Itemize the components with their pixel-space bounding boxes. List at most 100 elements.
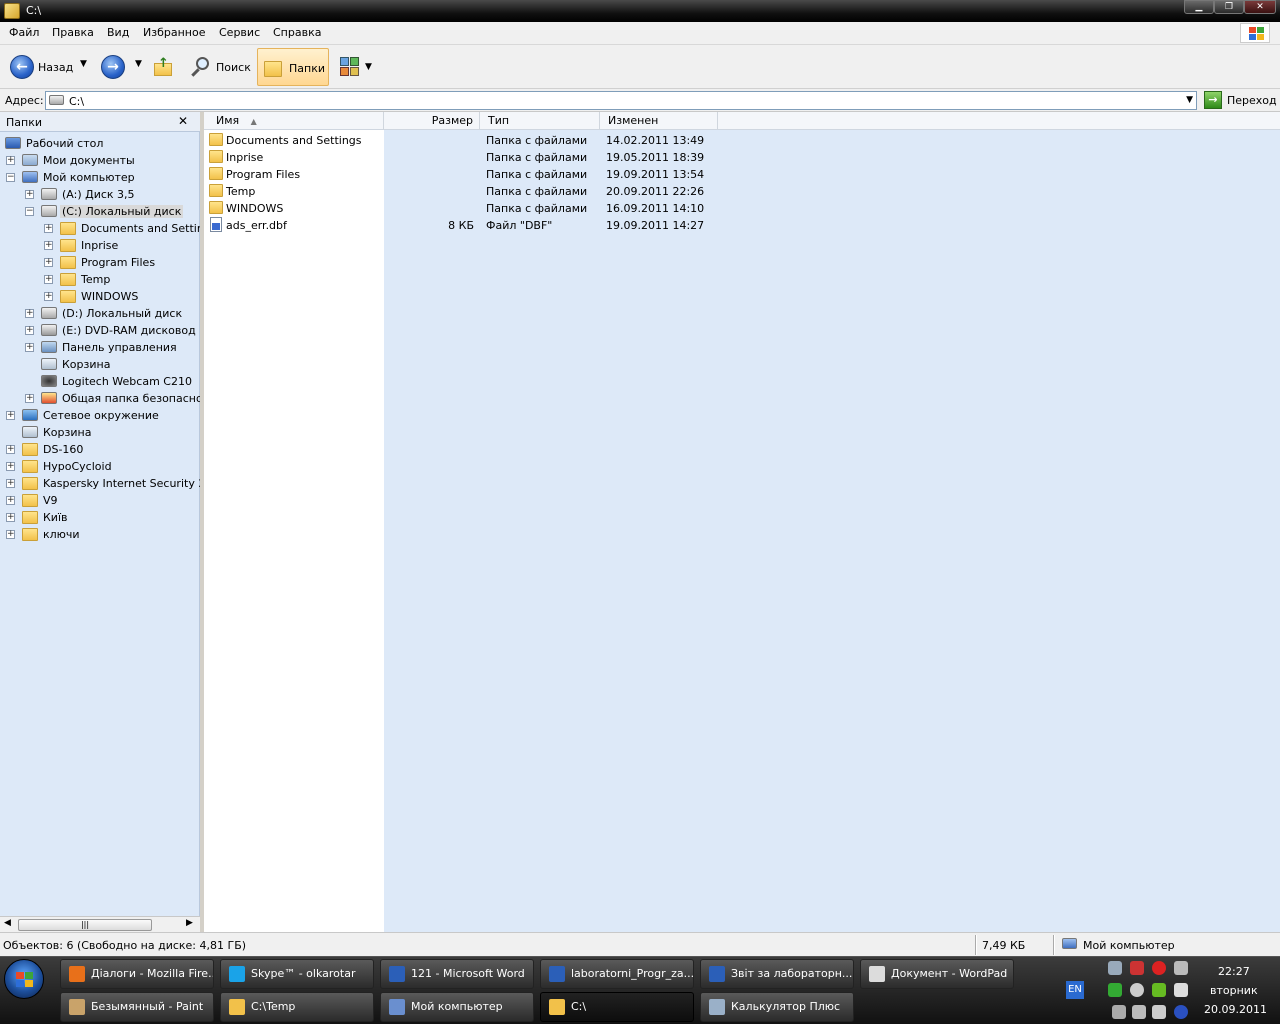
views-button[interactable]	[338, 55, 364, 79]
taskbar-button[interactable]: Документ - WordPad	[860, 959, 1014, 989]
column-size[interactable]: Размер	[384, 112, 480, 130]
menu-help[interactable]: Справка	[273, 26, 321, 39]
expand-icon[interactable]: +	[6, 462, 15, 471]
file-row[interactable]: Program Files Папка с файлами 19.09.2011 1…	[204, 166, 724, 183]
go-button-label[interactable]: Переход	[1227, 94, 1277, 107]
expand-icon[interactable]: +	[6, 496, 15, 505]
tree-item[interactable]: + Program Files	[0, 254, 200, 271]
tray-webcam-icon[interactable]	[1130, 983, 1144, 997]
expand-icon[interactable]: +	[6, 156, 15, 165]
taskbar-button[interactable]: Калькулятор Плюс	[700, 992, 854, 1022]
tree-item[interactable]: + ключи	[0, 526, 200, 543]
tray-display-icon[interactable]	[1132, 1005, 1146, 1019]
expand-icon[interactable]: +	[25, 326, 34, 335]
search-icon[interactable]	[190, 56, 212, 78]
clock-time[interactable]: 22:27	[1218, 965, 1250, 978]
minimize-button[interactable]: ▁	[1184, 0, 1214, 14]
back-arrow-icon[interactable]: ←	[10, 55, 34, 79]
back-button-label[interactable]: Назад	[38, 61, 73, 74]
speaker-icon[interactable]	[1174, 983, 1188, 997]
tree-item[interactable]: + (E:) DVD-RAM дисковод	[0, 322, 200, 339]
back-dropdown-icon[interactable]: ▼	[80, 59, 87, 69]
close-button[interactable]: ✕	[1244, 0, 1276, 14]
tray-safely-remove-icon[interactable]	[1112, 1005, 1126, 1019]
tray-go-icon[interactable]	[1108, 983, 1122, 997]
tray-app-icon[interactable]	[1174, 961, 1188, 975]
file-row[interactable]: WINDOWS Папка с файлами 16.09.2011 14:10	[204, 200, 724, 217]
tree-item[interactable]: + (D:) Локальный диск	[0, 305, 200, 322]
collapse-icon[interactable]: −	[6, 173, 15, 182]
tree-item[interactable]: Logitech Webcam C210	[0, 373, 200, 390]
tray-antivirus-icon[interactable]	[1130, 961, 1144, 975]
expand-icon[interactable]: +	[6, 530, 15, 539]
tree-item[interactable]: − (C:) Локальный диск	[0, 203, 200, 220]
tree-item[interactable]: − Мой компьютер	[0, 169, 200, 186]
taskbar-button[interactable]: C:\Temp	[220, 992, 374, 1022]
menu-file[interactable]: Файл	[9, 26, 39, 39]
address-dropdown-icon[interactable]: ▼	[1186, 95, 1193, 105]
tray-shield-icon[interactable]	[1174, 1005, 1188, 1019]
search-button-label[interactable]: Поиск	[216, 61, 251, 74]
taskbar-button[interactable]: Безымянный - Paint	[60, 992, 214, 1022]
expand-icon[interactable]: +	[25, 343, 34, 352]
taskbar-button[interactable]: 121 - Microsoft Word	[380, 959, 534, 989]
file-row[interactable]: ads_err.dbf 8 КБ Файл "DBF" 19.09.2011 14:2…	[204, 217, 724, 234]
tree-item[interactable]: + Documents and Settings	[0, 220, 200, 237]
expand-icon[interactable]: +	[25, 309, 34, 318]
menu-view[interactable]: Вид	[107, 26, 129, 39]
close-icon[interactable]: ✕	[178, 114, 188, 128]
column-modified[interactable]: Изменен	[600, 112, 718, 130]
tree-item[interactable]: + Inprise	[0, 237, 200, 254]
tree-item[interactable]: + DS-160	[0, 441, 200, 458]
tree-item[interactable]: Рабочий стол	[0, 135, 200, 152]
tree-item[interactable]: + (A:) Диск 3,5	[0, 186, 200, 203]
address-input[interactable]: C:\ ▼	[45, 91, 1197, 110]
tree-item[interactable]: + Сетевое окружение	[0, 407, 200, 424]
column-name[interactable]: Имя ▲	[204, 112, 384, 130]
tray-network-icon[interactable]	[1108, 961, 1122, 975]
tree-item[interactable]: + Мои документы	[0, 152, 200, 169]
expand-icon[interactable]: +	[44, 241, 53, 250]
taskbar-button[interactable]: Звіт за лабораторн...	[700, 959, 854, 989]
expand-icon[interactable]: +	[6, 513, 15, 522]
up-folder-icon[interactable]: ↑	[152, 56, 174, 78]
tray-settings-icon[interactable]	[1152, 1005, 1166, 1019]
tray-nvidia-icon[interactable]	[1152, 983, 1166, 997]
taskbar-button[interactable]: Skype™ - olkarotar	[220, 959, 374, 989]
taskbar-button[interactable]: C:\	[540, 992, 694, 1022]
tree-item[interactable]: + Kaspersky Internet Security 201	[0, 475, 200, 492]
tray-alert-icon[interactable]	[1152, 961, 1166, 975]
scroll-thumb[interactable]: |||	[18, 919, 152, 931]
menu-tools[interactable]: Сервис	[219, 26, 260, 39]
file-row[interactable]: Temp Папка с файлами 20.09.2011 22:26	[204, 183, 724, 200]
taskbar-button[interactable]: Мой компьютер	[380, 992, 534, 1022]
horizontal-scrollbar[interactable]: ◀ ||| ▶	[0, 916, 200, 932]
taskbar-button[interactable]: Діалоги - Mozilla Fire...	[60, 959, 214, 989]
expand-icon[interactable]: +	[44, 258, 53, 267]
tree-item[interactable]: + V9	[0, 492, 200, 509]
menu-edit[interactable]: Правка	[52, 26, 94, 39]
forward-dropdown-icon[interactable]: ▼	[135, 59, 142, 69]
scroll-left-icon[interactable]: ◀	[4, 918, 11, 928]
tree-item[interactable]: Корзина	[0, 424, 200, 441]
expand-icon[interactable]: +	[6, 411, 15, 420]
folders-button[interactable]: Папки	[257, 48, 329, 86]
expand-icon[interactable]: +	[25, 394, 34, 403]
maximize-button[interactable]: ❐	[1214, 0, 1244, 14]
taskbar-button[interactable]: laboratorni_Progr_za...	[540, 959, 694, 989]
menu-favorites[interactable]: Избранное	[143, 26, 205, 39]
scroll-right-icon[interactable]: ▶	[186, 918, 193, 928]
forward-arrow-icon[interactable]: →	[101, 55, 125, 79]
views-dropdown-icon[interactable]: ▼	[365, 62, 372, 72]
expand-icon[interactable]: +	[6, 479, 15, 488]
tree-item[interactable]: + Панель управления	[0, 339, 200, 356]
tree-item[interactable]: + Общая папка безопасной	[0, 390, 200, 407]
tree-item[interactable]: + Temp	[0, 271, 200, 288]
tree-item[interactable]: + HypoCycloid	[0, 458, 200, 475]
tree-item[interactable]: + Київ	[0, 509, 200, 526]
tree-item[interactable]: Корзина	[0, 356, 200, 373]
tree-item[interactable]: + WINDOWS	[0, 288, 200, 305]
title-bar[interactable]: C:\ ▁ ❐ ✕	[0, 0, 1280, 22]
expand-icon[interactable]: +	[44, 292, 53, 301]
column-type[interactable]: Тип	[480, 112, 600, 130]
